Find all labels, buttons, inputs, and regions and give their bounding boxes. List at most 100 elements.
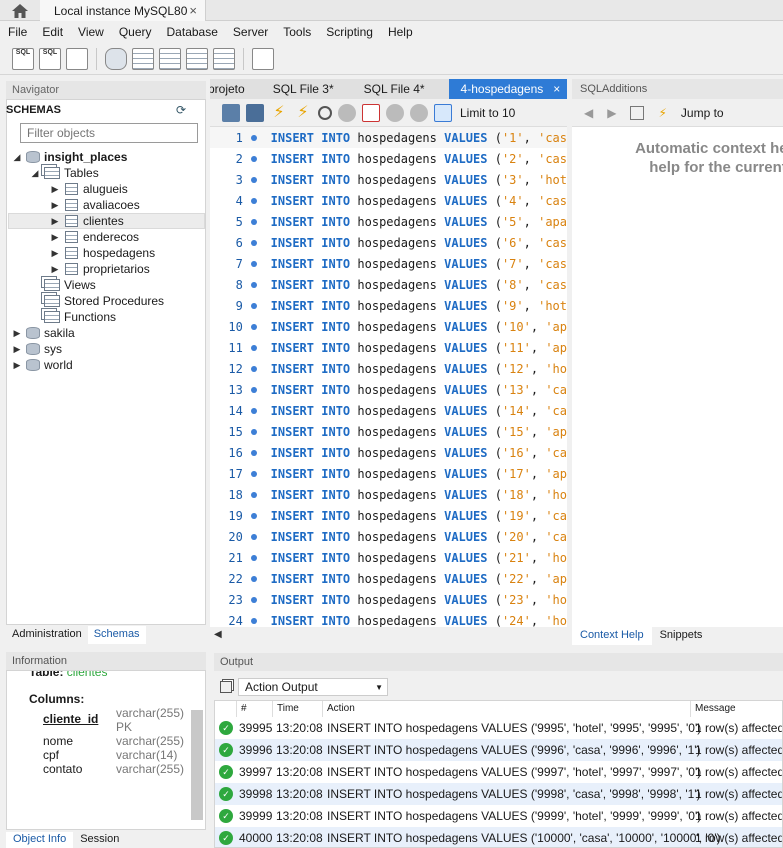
manual-help-icon[interactable]: ⚡ bbox=[658, 106, 666, 120]
code-line[interactable]: 4 INSERT INTO hospedagens VALUES ('4', 'c… bbox=[210, 190, 567, 211]
code-line[interactable]: 6 INSERT INTO hospedagens VALUES ('6', 'c… bbox=[210, 232, 567, 253]
tree-functions[interactable]: Functions bbox=[40, 309, 116, 325]
code-line[interactable]: 16 INSERT INTO hospedagens VALUES ('16', … bbox=[210, 442, 567, 463]
output-row[interactable]: ✓ 39995 13:20:08 INSERT INTO hospedagens VA… bbox=[215, 717, 782, 739]
code-line[interactable]: 18 INSERT INTO hospedagens VALUES ('18', … bbox=[210, 484, 567, 505]
output-row[interactable]: ✓ 39998 13:20:08 INSERT INTO hospedagens VA… bbox=[215, 783, 782, 805]
code-line[interactable]: 17 INSERT INTO hospedagens VALUES ('17', … bbox=[210, 463, 567, 484]
collapsed-arrow-icon[interactable]: ▶ bbox=[12, 328, 22, 339]
create-procedure-icon[interactable] bbox=[186, 47, 208, 70]
collapsed-arrow-icon[interactable]: ▶ bbox=[50, 232, 60, 243]
menu-tools[interactable]: Tools bbox=[283, 25, 311, 39]
code-line[interactable]: 22 INSERT INTO hospedagens VALUES ('22', … bbox=[210, 568, 567, 589]
code-line[interactable]: 11 INSERT INTO hospedagens VALUES ('11', … bbox=[210, 337, 567, 358]
tree-schema-sakila[interactable]: ▶ sakila bbox=[12, 325, 75, 341]
close-icon[interactable]: × bbox=[189, 3, 197, 18]
collapsed-arrow-icon[interactable]: ▶ bbox=[50, 200, 60, 211]
editor-horizontal-scrollbar[interactable]: ◀ bbox=[210, 627, 567, 645]
code-line[interactable]: 24 INSERT INTO hospedagens VALUES ('24', … bbox=[210, 610, 567, 628]
execute-statement-icon[interactable]: ⚡ bbox=[294, 104, 312, 122]
open-file-icon[interactable] bbox=[222, 103, 240, 122]
collapsed-arrow-icon[interactable]: ▶ bbox=[12, 360, 22, 371]
menu-view[interactable]: View bbox=[78, 25, 104, 39]
tab-sql-file-4[interactable]: SQL File 4* bbox=[334, 79, 449, 99]
tab-session[interactable]: Session bbox=[73, 832, 126, 848]
code-line[interactable]: 7 INSERT INTO hospedagens VALUES ('7', 'c… bbox=[210, 253, 567, 274]
home-button[interactable] bbox=[0, 0, 40, 21]
tab-schemas[interactable]: Schemas bbox=[87, 626, 146, 644]
new-sql-tab-icon[interactable]: SQL bbox=[12, 47, 34, 70]
sql-editor[interactable]: 1 INSERT INTO hospedagens VALUES ('1', 'c… bbox=[210, 127, 567, 627]
jump-to-select[interactable]: Jump to bbox=[681, 106, 724, 120]
tree-views[interactable]: Views bbox=[40, 277, 96, 293]
create-view-icon[interactable] bbox=[159, 47, 181, 70]
output-row[interactable]: ✓ 39996 13:20:08 INSERT INTO hospedagens VA… bbox=[215, 739, 782, 761]
menu-server[interactable]: Server bbox=[233, 25, 268, 39]
forward-icon[interactable]: ▶ bbox=[607, 106, 616, 120]
code-line[interactable]: 1 INSERT INTO hospedagens VALUES ('1', 'c… bbox=[210, 127, 567, 148]
menu-file[interactable]: File bbox=[8, 25, 27, 39]
code-line[interactable]: 3 INSERT INTO hospedagens VALUES ('3', 'h… bbox=[210, 169, 567, 190]
tab-projeto[interactable]: projeto bbox=[210, 79, 245, 99]
inspector-icon[interactable] bbox=[66, 47, 88, 70]
tree-table-clientes[interactable]: ▶ clientes bbox=[50, 213, 124, 229]
output-row[interactable]: ✓ 40000 13:20:08 INSERT INTO hospedagens VA… bbox=[215, 827, 782, 847]
menu-help[interactable]: Help bbox=[388, 25, 413, 39]
menu-query[interactable]: Query bbox=[119, 25, 152, 39]
create-table-icon[interactable] bbox=[132, 47, 154, 70]
tree-schema-insight-places[interactable]: ◢ insight_places bbox=[12, 149, 128, 165]
code-line[interactable]: 9 INSERT INTO hospedagens VALUES ('9', 'h… bbox=[210, 295, 567, 316]
tab-administration[interactable]: Administration bbox=[6, 626, 88, 644]
reconnect-icon[interactable] bbox=[279, 48, 301, 70]
code-line[interactable]: 19 INSERT INTO hospedagens VALUES ('19', … bbox=[210, 505, 567, 526]
expanded-arrow-icon[interactable]: ◢ bbox=[12, 152, 22, 163]
collapsed-arrow-icon[interactable]: ▶ bbox=[50, 248, 60, 259]
code-line[interactable]: 15 INSERT INTO hospedagens VALUES ('15', … bbox=[210, 421, 567, 442]
menu-scripting[interactable]: Scripting bbox=[326, 25, 373, 39]
create-schema-icon[interactable] bbox=[105, 47, 127, 70]
limit-rows-select[interactable]: Limit to 10 bbox=[460, 106, 515, 120]
autocommit-icon[interactable] bbox=[434, 103, 452, 122]
open-sql-script-icon[interactable]: SQL bbox=[39, 47, 61, 70]
code-line[interactable]: 10 INSERT INTO hospedagens VALUES ('10', … bbox=[210, 316, 567, 337]
collapsed-arrow-icon[interactable]: ▶ bbox=[50, 184, 60, 195]
tree-schema-world[interactable]: ▶ world bbox=[12, 357, 73, 373]
connection-tab[interactable]: Local instance MySQL80 × bbox=[40, 0, 206, 21]
back-icon[interactable]: ◀ bbox=[584, 106, 593, 120]
filter-objects-input[interactable] bbox=[20, 123, 198, 143]
tab-4-hospedagens[interactable]: 4-hospedagens × bbox=[448, 79, 567, 99]
close-icon[interactable]: × bbox=[553, 82, 560, 96]
tab-sql-file-3[interactable]: SQL File 3* bbox=[245, 79, 334, 99]
menu-database[interactable]: Database bbox=[167, 25, 218, 39]
collapsed-arrow-icon[interactable]: ▶ bbox=[50, 216, 60, 227]
toggle-continue-on-error-icon[interactable] bbox=[362, 103, 380, 122]
code-line[interactable]: 13 INSERT INTO hospedagens VALUES ('13', … bbox=[210, 379, 567, 400]
code-line[interactable]: 2 INSERT INTO hospedagens VALUES ('2', 'c… bbox=[210, 148, 567, 169]
tree-table-avaliacoes[interactable]: ▶ avaliacoes bbox=[50, 197, 140, 213]
output-row[interactable]: ✓ 39999 13:20:08 INSERT INTO hospedagens VA… bbox=[215, 805, 782, 827]
stop-icon[interactable] bbox=[338, 103, 356, 122]
explain-icon[interactable] bbox=[318, 105, 332, 120]
code-line[interactable]: 23 INSERT INTO hospedagens VALUES ('23', … bbox=[210, 589, 567, 610]
tab-object-info[interactable]: Object Info bbox=[6, 832, 74, 848]
copy-icon[interactable] bbox=[220, 681, 232, 693]
tree-table-enderecos[interactable]: ▶ enderecos bbox=[50, 229, 140, 245]
menu-edit[interactable]: Edit bbox=[42, 25, 63, 39]
scroll-left-icon[interactable]: ◀ bbox=[214, 629, 222, 640]
refresh-icon[interactable]: ⟳ bbox=[176, 103, 186, 117]
execute-icon[interactable]: ⚡ bbox=[270, 104, 288, 122]
search-table-data-icon[interactable] bbox=[252, 47, 274, 70]
create-function-icon[interactable] bbox=[213, 47, 235, 70]
code-line[interactable]: 21 INSERT INTO hospedagens VALUES ('21', … bbox=[210, 547, 567, 568]
tree-table-hospedagens[interactable]: ▶ hospedagens bbox=[50, 245, 156, 261]
code-line[interactable]: 8 INSERT INTO hospedagens VALUES ('8', 'c… bbox=[210, 274, 567, 295]
code-line[interactable]: 12 INSERT INTO hospedagens VALUES ('12', … bbox=[210, 358, 567, 379]
rollback-icon[interactable] bbox=[410, 103, 428, 122]
auto-help-icon[interactable] bbox=[630, 105, 645, 120]
tree-stored-procedures[interactable]: Stored Procedures bbox=[40, 293, 164, 309]
save-icon[interactable] bbox=[246, 103, 264, 122]
information-scrollbar[interactable] bbox=[191, 710, 203, 820]
tree-tables[interactable]: ◢ Tables bbox=[30, 165, 99, 181]
tab-context-help[interactable]: Context Help bbox=[572, 627, 652, 645]
tree-table-proprietarios[interactable]: ▶ proprietarios bbox=[50, 261, 150, 277]
